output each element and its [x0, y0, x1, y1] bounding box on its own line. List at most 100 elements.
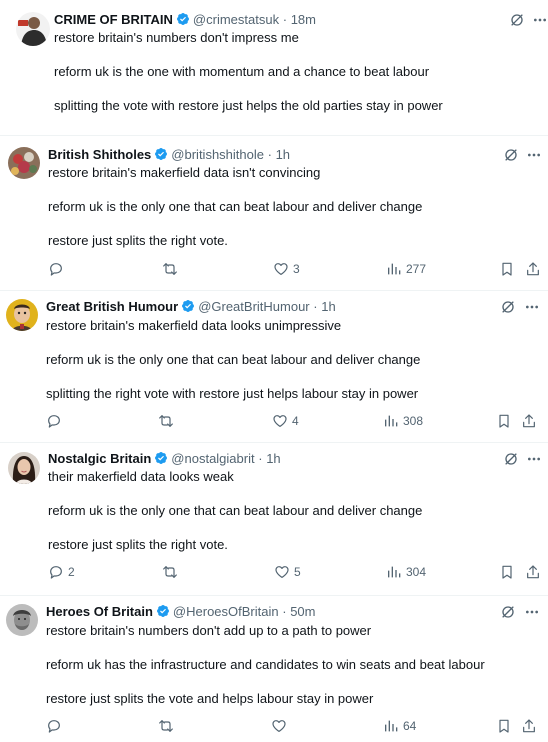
more-icon[interactable] [532, 12, 548, 28]
repost-icon [162, 564, 178, 580]
share-button[interactable] [525, 563, 541, 581]
share-button[interactable] [521, 717, 537, 735]
avatar-heroes-of-britain[interactable] [6, 604, 38, 636]
avatar-crime-of-britain[interactable] [16, 12, 50, 46]
like-count: 5 [294, 565, 301, 579]
post-actions: 2 5 304 [0, 563, 548, 581]
reply-button[interactable] [46, 412, 66, 430]
post-time[interactable]: 50m [290, 604, 315, 619]
repost-button[interactable] [162, 563, 182, 581]
post-text-line-3: splitting the vote with restore just hel… [54, 98, 443, 113]
like-icon [274, 564, 290, 580]
grok-icon[interactable] [500, 299, 516, 315]
repost-button[interactable] [162, 260, 182, 278]
author-name[interactable]: CRIME OF BRITAIN [54, 12, 173, 27]
post[interactable]: Great British Humour @GreatBritHumour · 1… [0, 290, 548, 442]
author-name[interactable]: Heroes Of Britain [46, 604, 153, 619]
like-button[interactable]: 5 [274, 563, 301, 581]
separator-dot: · [282, 12, 288, 27]
views-button[interactable]: 64 [383, 717, 416, 735]
reply-icon [48, 261, 64, 277]
verified-badge-icon [154, 451, 168, 465]
views-button[interactable]: 308 [383, 412, 423, 430]
post-text-line-1: restore britain's numbers don't add up t… [46, 623, 372, 638]
author-handle[interactable]: @GreatBritHumour [198, 299, 309, 314]
bookmark-icon [499, 564, 515, 580]
post-text-line-1: their makerfield data looks weak [48, 469, 234, 484]
author-handle[interactable]: @nostalgiabrit [171, 451, 254, 466]
like-count: 4 [292, 414, 299, 428]
post[interactable]: Heroes Of Britain @HeroesOfBritain · 50m … [0, 595, 548, 742]
share-button[interactable] [525, 260, 541, 278]
post[interactable]: CRIME OF BRITAIN @crimestatsuk · 18m rest… [0, 0, 548, 135]
post[interactable]: British Shitholes @britishshithole · 1h r… [0, 136, 548, 291]
post-text-line-1: restore britain's makerfield data looks … [46, 318, 342, 333]
like-button[interactable] [271, 717, 291, 735]
like-count: 3 [293, 262, 300, 276]
repost-icon [162, 261, 178, 277]
post-text-line-1: restore britain's makerfield data isn't … [48, 165, 321, 180]
repost-button[interactable] [158, 412, 178, 430]
author-name[interactable]: Nostalgic Britain [48, 451, 151, 466]
separator-dot: · [258, 451, 263, 466]
reply-button[interactable] [48, 260, 68, 278]
more-icon[interactable] [524, 299, 540, 315]
more-icon[interactable] [524, 604, 540, 620]
reply-icon [48, 564, 64, 580]
repost-button[interactable] [158, 717, 178, 735]
author-name[interactable]: Great British Humour [46, 299, 178, 314]
post-time[interactable]: 1h [276, 147, 290, 162]
reply-button[interactable]: 2 [48, 563, 75, 581]
view-count: 64 [403, 719, 417, 733]
verified-badge-icon [176, 12, 190, 26]
view-count: 308 [403, 414, 424, 428]
author-handle[interactable]: @HeroesOfBritain [173, 604, 279, 619]
share-icon [521, 718, 537, 734]
share-icon [525, 564, 541, 580]
like-button[interactable]: 3 [273, 260, 300, 278]
bookmark-icon [496, 718, 512, 734]
reply-button[interactable] [46, 717, 66, 735]
post-actions: 64 [0, 717, 548, 735]
views-icon [383, 718, 399, 734]
avatar-great-british-humour[interactable] [6, 299, 38, 331]
author-name[interactable]: British Shitholes [48, 147, 151, 162]
post-text-line-3: restore just splits the vote and helps l… [46, 691, 374, 706]
post-text-line-3: splitting the right vote with restore ju… [46, 386, 419, 401]
more-icon[interactable] [526, 147, 542, 163]
post-time[interactable]: 18m [291, 12, 316, 27]
post-text-line-2: reform uk is the only one that can beat … [48, 199, 423, 214]
bookmark-button[interactable] [499, 563, 515, 581]
repost-icon [158, 413, 174, 429]
reply-icon [46, 413, 62, 429]
grok-icon[interactable] [500, 604, 516, 620]
post-text-line-2: reform uk has the infrastructure and can… [46, 657, 485, 672]
post-text-line-1: restore britain's numbers don't impress … [54, 30, 299, 45]
bookmark-button[interactable] [499, 260, 515, 278]
grok-icon[interactable] [503, 147, 519, 163]
views-button[interactable]: 304 [386, 563, 426, 581]
avatar-nostalgic-britain[interactable] [8, 452, 40, 484]
post-text-line-2: reform uk is the only one that can beat … [46, 352, 421, 367]
avatar-british-shitholes[interactable] [8, 147, 40, 179]
grok-icon[interactable] [503, 451, 519, 467]
separator-dot: · [267, 147, 272, 162]
views-icon [386, 564, 402, 580]
post-time[interactable]: 1h [266, 451, 280, 466]
share-icon [521, 413, 537, 429]
author-handle[interactable]: @crimestatsuk [193, 12, 279, 27]
more-icon[interactable] [526, 451, 542, 467]
post-actions: 4 308 [0, 412, 548, 430]
bookmark-button[interactable] [496, 717, 512, 735]
share-button[interactable] [521, 412, 537, 430]
views-button[interactable]: 277 [386, 260, 426, 278]
verified-badge-icon [181, 299, 195, 313]
repost-icon [158, 718, 174, 734]
post-time[interactable]: 1h [321, 299, 335, 314]
like-button[interactable]: 4 [272, 412, 299, 430]
views-icon [386, 261, 402, 277]
post[interactable]: Nostalgic Britain @nostalgiabrit · 1h the… [0, 442, 548, 595]
bookmark-button[interactable] [496, 412, 512, 430]
grok-icon[interactable] [509, 12, 525, 28]
author-handle[interactable]: @britishshithole [171, 147, 264, 162]
